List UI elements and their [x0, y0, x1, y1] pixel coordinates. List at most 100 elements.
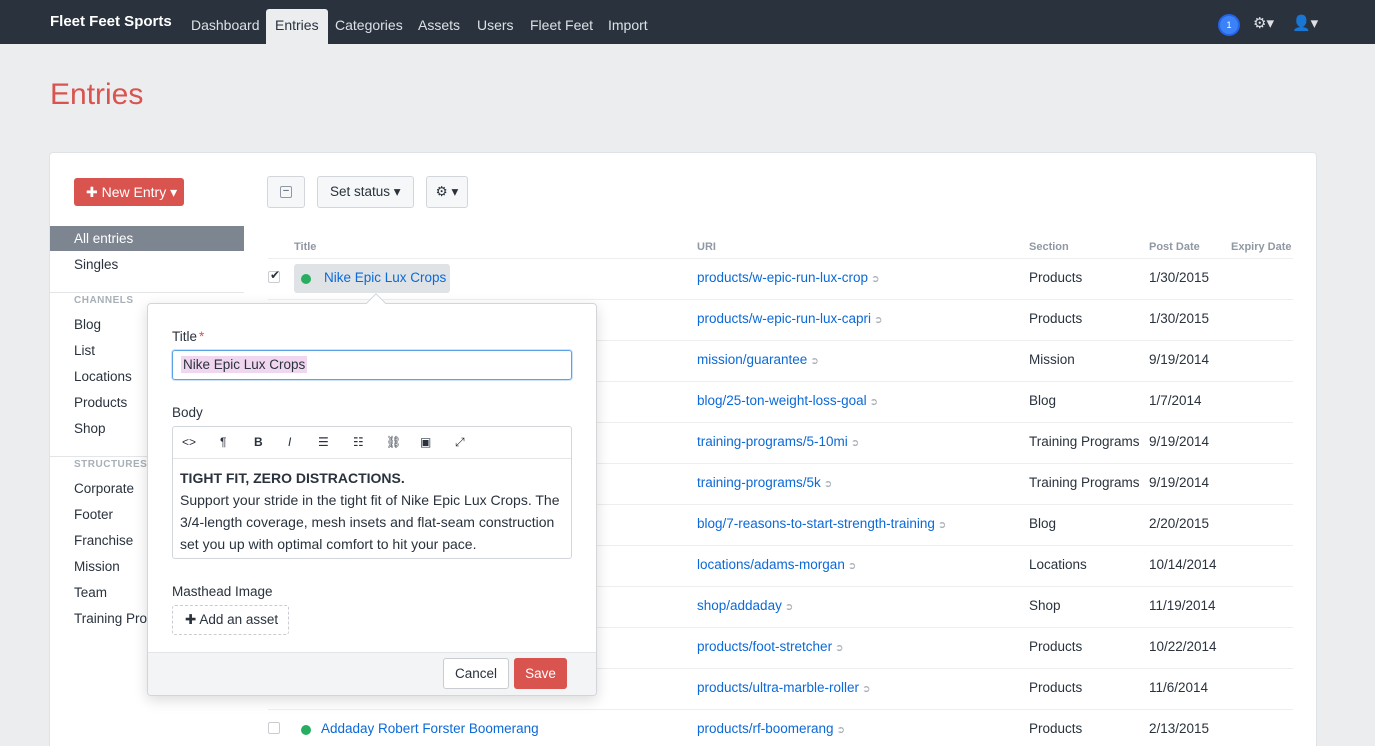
- title-label: Title *: [172, 329, 205, 344]
- go-arrow-icon[interactable]: ➲: [871, 274, 879, 285]
- link-icon[interactable]: ⛓: [386, 435, 401, 449]
- entry-post-date: 1/7/2014: [1149, 393, 1202, 408]
- entry-post-date: 9/19/2014: [1149, 352, 1210, 367]
- editor-content[interactable]: TIGHT FIT, ZERO DISTRACTIONS. Support yo…: [173, 459, 571, 563]
- entry-uri[interactable]: products/w-epic-run-lux-crop ➲: [697, 270, 879, 285]
- row-checkbox[interactable]: ✔: [268, 268, 280, 283]
- nav-entries[interactable]: Entries: [266, 9, 328, 44]
- entry-section: Training Programs: [1029, 475, 1140, 490]
- unordered-list-icon[interactable]: ☰: [318, 435, 329, 449]
- entry-uri[interactable]: shop/addaday ➲: [697, 598, 793, 613]
- add-asset-button[interactable]: ✚ Add an asset: [172, 605, 289, 635]
- column-header-title[interactable]: Title: [294, 241, 316, 253]
- sidebar-item-shop[interactable]: Shop: [74, 421, 106, 436]
- structures-heading: STRUCTURES: [74, 459, 148, 470]
- entry-post-date: 11/19/2014: [1149, 598, 1216, 613]
- column-header-uri[interactable]: URI: [697, 241, 716, 253]
- nav-categories[interactable]: Categories: [326, 9, 412, 44]
- sidebar-item-all-entries[interactable]: All entries: [50, 226, 244, 251]
- nav-fleet-feet[interactable]: Fleet Feet: [521, 9, 602, 44]
- entry-uri[interactable]: products/ultra-marble-roller ➲: [697, 680, 870, 695]
- entry-uri[interactable]: products/w-epic-run-lux-capri ➲: [697, 311, 882, 326]
- save-button[interactable]: Save: [514, 658, 567, 689]
- entry-uri[interactable]: blog/7-reasons-to-start-strength-trainin…: [697, 516, 946, 531]
- go-arrow-icon[interactable]: ➲: [874, 315, 882, 326]
- go-arrow-icon[interactable]: ➲: [851, 438, 859, 449]
- sidebar-item-team[interactable]: Team: [74, 585, 107, 600]
- sidebar-item-training-programs[interactable]: Training Prog: [74, 611, 155, 626]
- sidebar-item-singles[interactable]: Singles: [74, 257, 118, 272]
- entry-uri[interactable]: mission/guarantee ➲: [697, 352, 819, 367]
- entry-uri[interactable]: locations/adams-morgan ➲: [697, 557, 856, 572]
- entry-section: Products: [1029, 270, 1083, 285]
- notification-badge[interactable]: 1: [1220, 16, 1238, 34]
- entry-title-link[interactable]: Addaday Robert Forster Boomerang: [321, 721, 539, 736]
- masthead-image-label: Masthead Image: [172, 584, 273, 599]
- entry-post-date: 10/22/2014: [1149, 639, 1217, 654]
- row-checkbox[interactable]: [268, 722, 280, 734]
- entry-uri[interactable]: training-programs/5k ➲: [697, 475, 832, 490]
- entry-uri[interactable]: products/rf-boomerang ➲: [697, 721, 845, 736]
- gear-icon: ⚙: [435, 184, 448, 199]
- new-entry-button[interactable]: ✚ New Entry ▾: [74, 178, 184, 206]
- bold-icon[interactable]: B: [254, 435, 263, 449]
- cancel-button[interactable]: Cancel: [443, 658, 509, 689]
- actions-gear-button[interactable]: ⚙ ▾: [426, 176, 468, 208]
- ordered-list-icon[interactable]: ☷: [353, 435, 364, 449]
- row-divider: [268, 258, 1293, 259]
- status-live-icon: [301, 725, 311, 735]
- selected-entry-title[interactable]: Nike Epic Lux Crops: [294, 264, 450, 293]
- go-arrow-icon[interactable]: ➲: [837, 725, 845, 736]
- go-arrow-icon[interactable]: ➲: [938, 520, 946, 531]
- sidebar-item-blog[interactable]: Blog: [74, 317, 101, 332]
- body-editor[interactable]: <> ¶ B I ☰ ☷ ⛓ ▣ ⤢ TIGHT FIT, ZERO DISTR…: [172, 426, 572, 559]
- sidebar-item-products[interactable]: Products: [74, 395, 127, 410]
- entry-post-date: 11/6/2014: [1149, 680, 1209, 695]
- fullscreen-icon[interactable]: ⤢: [455, 435, 465, 450]
- gear-icon[interactable]: ⚙▾: [1253, 14, 1274, 32]
- select-all-toggle[interactable]: –: [267, 176, 305, 208]
- go-arrow-icon[interactable]: ➲: [848, 561, 856, 572]
- sidebar-item-franchise[interactable]: Franchise: [74, 533, 133, 548]
- entry-post-date: 9/19/2014: [1149, 434, 1210, 449]
- sidebar-item-locations[interactable]: Locations: [74, 369, 132, 384]
- divider: [50, 292, 244, 293]
- italic-icon[interactable]: I: [288, 435, 291, 449]
- brand-name[interactable]: Fleet Feet Sports: [50, 0, 172, 40]
- nav-dashboard[interactable]: Dashboard: [182, 9, 269, 44]
- entry-uri[interactable]: products/foot-stretcher ➲: [697, 639, 843, 654]
- paragraph-icon[interactable]: ¶: [220, 435, 226, 449]
- sidebar-item-mission[interactable]: Mission: [74, 559, 120, 574]
- editor-toolbar: <> ¶ B I ☰ ☷ ⛓ ▣ ⤢: [173, 427, 571, 459]
- sidebar-item-list[interactable]: List: [74, 343, 95, 358]
- go-arrow-icon[interactable]: ➲: [785, 602, 793, 613]
- go-arrow-icon[interactable]: ➲: [824, 479, 832, 490]
- entry-section: Locations: [1029, 557, 1087, 572]
- column-header-post-date[interactable]: Post Date: [1149, 241, 1200, 253]
- body-label: Body: [172, 405, 203, 420]
- body-heading: TIGHT FIT, ZERO DISTRACTIONS.: [180, 470, 405, 486]
- entry-section: Blog: [1029, 516, 1057, 531]
- set-status-button[interactable]: Set status ▾: [317, 176, 414, 208]
- entry-uri[interactable]: training-programs/5-10mi ➲: [697, 434, 859, 449]
- go-arrow-icon[interactable]: ➲: [835, 643, 843, 654]
- page-title: Entries: [50, 78, 144, 111]
- go-arrow-icon[interactable]: ➲: [810, 356, 818, 367]
- nav-assets[interactable]: Assets: [409, 9, 469, 44]
- image-icon[interactable]: ▣: [420, 435, 431, 449]
- go-arrow-icon[interactable]: ➲: [870, 397, 878, 408]
- code-view-icon[interactable]: <>: [182, 435, 196, 449]
- entry-title-link[interactable]: Nike Epic Lux Crops: [324, 270, 446, 285]
- user-icon[interactable]: 👤▾: [1292, 14, 1318, 32]
- title-input[interactable]: Nike Epic Lux Crops: [172, 350, 572, 380]
- entry-post-date: 9/19/2014: [1149, 475, 1210, 490]
- nav-users[interactable]: Users: [468, 9, 523, 44]
- nav-import[interactable]: Import: [599, 9, 657, 44]
- entry-uri[interactable]: blog/25-ton-weight-loss-goal ➲: [697, 393, 878, 408]
- column-header-section[interactable]: Section: [1029, 241, 1069, 253]
- sidebar-item-corporate[interactable]: Corporate: [74, 481, 134, 496]
- entry-section: Shop: [1029, 598, 1061, 613]
- go-arrow-icon[interactable]: ➲: [862, 684, 870, 695]
- sidebar-item-footer[interactable]: Footer: [74, 507, 113, 522]
- column-header-expiry-date[interactable]: Expiry Date: [1231, 241, 1292, 253]
